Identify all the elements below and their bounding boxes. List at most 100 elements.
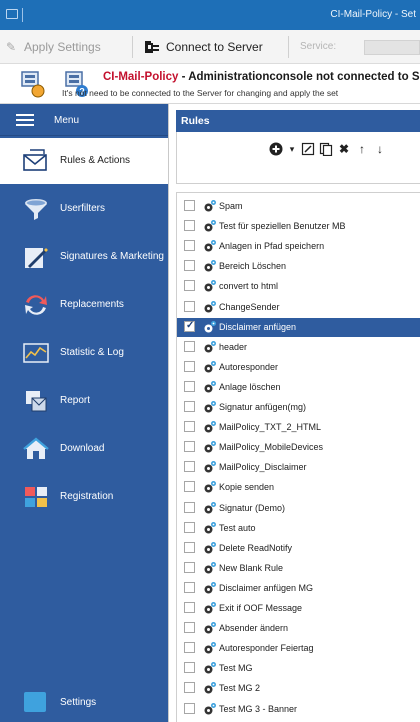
rule-name: convert to html: [219, 281, 279, 292]
rule-enable-checkbox[interactable]: [184, 401, 195, 412]
rule-enable-checkbox[interactable]: [184, 521, 195, 533]
apply-settings-label: Apply Settings: [24, 40, 101, 54]
rule-row[interactable]: Autoresponder Feiertag: [177, 639, 420, 658]
rule-enable-checkbox[interactable]: [184, 662, 195, 674]
gear-icon: [204, 662, 216, 674]
gear-icon: [204, 602, 216, 614]
add-rule-button[interactable]: [269, 142, 283, 156]
connect-to-server-button[interactable]: Connect to Server: [142, 35, 263, 59]
rule-row[interactable]: ChangeSender: [177, 298, 420, 317]
rule-row[interactable]: Disclaimer anfügen MG: [177, 579, 420, 598]
add-rule-dropdown[interactable]: ▾: [285, 142, 299, 156]
sidebar-item-replacements[interactable]: Replacements: [0, 282, 168, 328]
rule-enable-checkbox[interactable]: [184, 260, 195, 272]
status-title-product: CI-Mail-Policy: [103, 71, 179, 83]
service-field[interactable]: [364, 40, 420, 55]
rule-row[interactable]: Signatur (Demo): [177, 499, 420, 518]
rule-enable-checkbox[interactable]: [184, 602, 195, 613]
rule-enable-checkbox[interactable]: [184, 461, 195, 473]
rule-row[interactable]: header: [177, 338, 420, 357]
rule-name: Anlage löschen: [219, 381, 281, 392]
rule-enable-checkbox[interactable]: [184, 622, 195, 634]
rule-enable-checkbox[interactable]: [184, 501, 195, 513]
rule-name: MailPolicy_MobileDevices: [219, 442, 324, 453]
rule-name: header: [219, 341, 248, 352]
rule-row[interactable]: Signatur anfügen(mg): [177, 398, 420, 417]
rule-enable-checkbox[interactable]: [184, 240, 195, 252]
rule-row[interactable]: Spam: [177, 197, 420, 216]
rule-enable-checkbox[interactable]: [184, 642, 195, 654]
plug-icon: [145, 41, 159, 53]
connect-to-server-label: Connect to Server: [166, 40, 263, 54]
rule-enable-checkbox[interactable]: [184, 481, 195, 493]
rule-enable-checkbox[interactable]: [184, 380, 195, 392]
rule-row[interactable]: Bereich Löschen: [177, 257, 420, 276]
sidebar-item-userfilters[interactable]: Userfilters: [0, 186, 168, 232]
rule-row[interactable]: Delete ReadNotify: [177, 539, 420, 558]
rule-row[interactable]: MailPolicy_Disclaimer: [177, 458, 420, 477]
sidebar-item-settings[interactable]: Settings: [0, 682, 168, 722]
rule-enable-checkbox[interactable]: [184, 200, 195, 211]
registration-icon: [25, 487, 47, 507]
rule-enable-checkbox[interactable]: [184, 320, 195, 332]
apply-settings-button[interactable]: ✎ Apply Settings: [6, 35, 101, 59]
report-icon: [26, 391, 47, 412]
sidebar-item-rules-actions[interactable]: Rules & Actions: [0, 138, 168, 184]
copy-rule-button[interactable]: [319, 142, 333, 157]
rule-name: Test MG 2: [219, 683, 261, 694]
rule-enable-checkbox[interactable]: [184, 541, 195, 553]
rule-enable-checkbox[interactable]: [184, 441, 195, 453]
rule-row[interactable]: convert to html: [177, 277, 420, 296]
rule-row[interactable]: Test MG 2: [177, 679, 420, 698]
rule-enable-checkbox[interactable]: [184, 340, 195, 352]
rule-row[interactable]: Disclaimer anfügen: [177, 317, 420, 337]
gear-icon: [204, 360, 216, 373]
rule-enable-checkbox[interactable]: [184, 682, 195, 694]
rule-enable-checkbox[interactable]: [184, 360, 195, 372]
rule-row[interactable]: Test MG: [177, 659, 420, 678]
titlebar-divider: [22, 8, 23, 22]
rule-row[interactable]: Absender ändern: [177, 619, 420, 638]
status-subtitle: It's not need to be connected to the Ser…: [62, 88, 339, 98]
sidebar-item-signatures-marketing[interactable]: Signatures & Marketing: [0, 234, 168, 280]
rule-row[interactable]: Test auto: [177, 519, 420, 538]
rule-enable-checkbox[interactable]: [184, 280, 195, 292]
sidebar-item-download[interactable]: Download: [0, 426, 168, 472]
rule-enable-checkbox[interactable]: [184, 300, 195, 312]
sidebar-item-label: Rules & Actions: [60, 155, 131, 166]
home-icon: [23, 437, 49, 459]
gear-icon: [204, 581, 216, 594]
rule-row[interactable]: MailPolicy_MobileDevices: [177, 438, 420, 457]
sidebar-item-report[interactable]: Report: [0, 378, 168, 424]
rule-name: Test auto: [219, 522, 256, 533]
sidebar-item-label: Registration: [60, 491, 114, 502]
replace-icon: [25, 295, 47, 315]
chart-icon: [23, 343, 49, 363]
sidebar-item-registration[interactable]: Registration: [0, 474, 168, 520]
move-down-button[interactable]: ↓: [373, 142, 387, 156]
rule-name: Autoresponder Feiertag: [219, 643, 314, 654]
move-up-button[interactable]: ↑: [355, 142, 369, 156]
settings-label: Settings: [60, 697, 97, 708]
rule-row[interactable]: Anlage löschen: [177, 378, 420, 397]
rule-name: Signatur anfügen(mg): [219, 402, 307, 412]
rule-row[interactable]: Exit if OOF Message: [177, 599, 420, 618]
gear-icon: [204, 220, 216, 232]
rule-row[interactable]: MailPolicy_TXT_2_HTML: [177, 418, 420, 437]
rule-row[interactable]: Kopie senden: [177, 478, 420, 497]
rule-enable-checkbox[interactable]: [184, 220, 195, 232]
sidebar-item-statistic-log[interactable]: Statistic & Log: [0, 330, 168, 376]
rule-enable-checkbox[interactable]: [184, 702, 195, 714]
rule-enable-checkbox[interactable]: [184, 561, 195, 573]
rule-enable-checkbox[interactable]: [184, 581, 195, 593]
menu-toggle[interactable]: Menu: [0, 104, 168, 136]
rule-enable-checkbox[interactable]: [184, 421, 195, 433]
delete-rule-button[interactable]: ✖: [337, 142, 351, 156]
signature-icon: [25, 248, 48, 268]
rule-row[interactable]: New Blank Rule: [177, 559, 420, 578]
rule-row[interactable]: Autoresponder: [177, 358, 420, 377]
rule-row[interactable]: Test MG 3 - Banner: [177, 700, 420, 719]
rule-row[interactable]: Anlagen in Pfad speichern: [177, 237, 420, 256]
edit-rule-button[interactable]: [301, 142, 315, 156]
rule-row[interactable]: Test für speziellen Benutzer MB: [177, 217, 420, 236]
